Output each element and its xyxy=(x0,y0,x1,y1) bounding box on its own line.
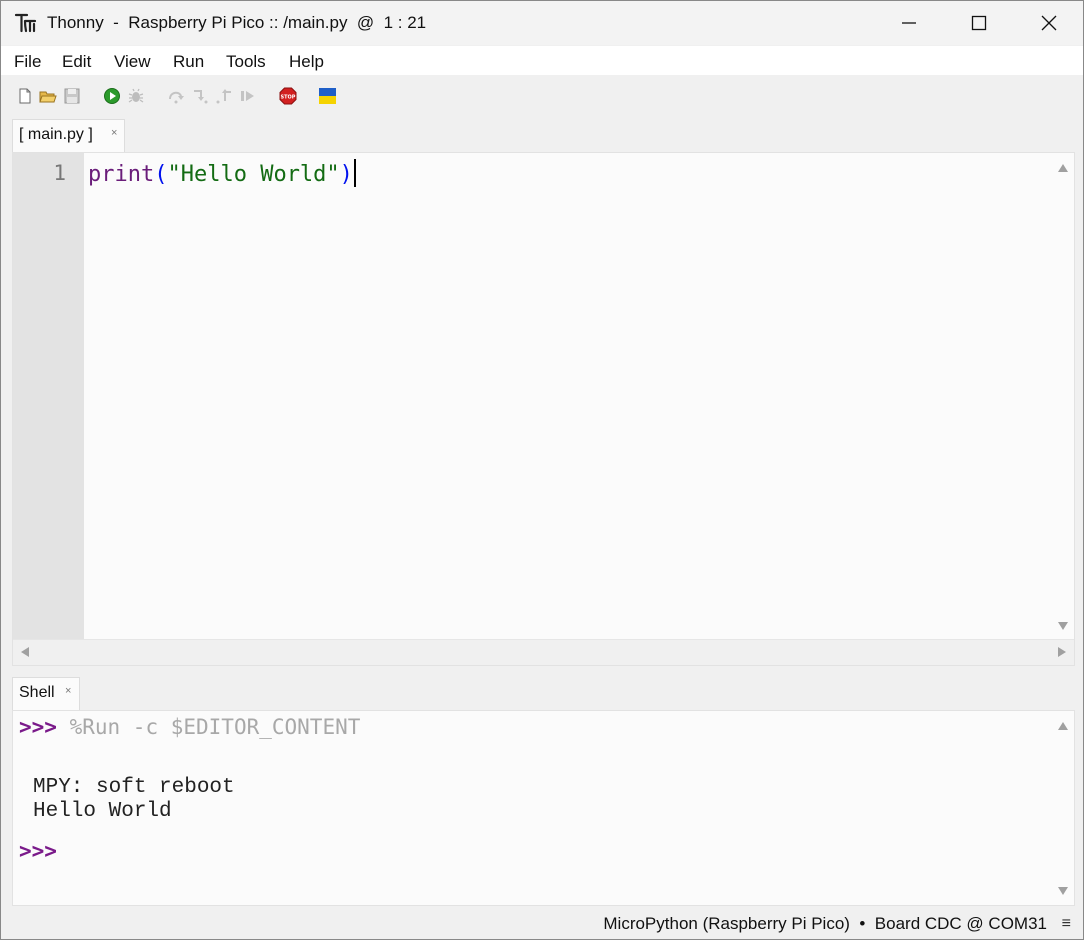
status-menu-icon[interactable]: ≡ xyxy=(1062,915,1071,933)
close-icon xyxy=(1041,15,1057,31)
menu-help[interactable]: Help xyxy=(289,52,324,72)
svg-text:STOP: STOP xyxy=(281,95,296,101)
title-bar[interactable]: Thonny - Raspberry Pi Pico :: /main.py @… xyxy=(1,1,1083,45)
menu-tools[interactable]: Tools xyxy=(226,52,266,72)
resume-icon[interactable] xyxy=(239,87,257,105)
menu-run[interactable]: Run xyxy=(173,52,204,72)
status-bar: MicroPython (Raspberry Pi Pico) • Board … xyxy=(1,906,1083,939)
text-cursor xyxy=(353,159,356,187)
code-string: "Hello World" xyxy=(167,162,340,187)
new-file-icon[interactable] xyxy=(16,87,34,105)
step-over-icon[interactable] xyxy=(167,87,185,105)
shell-input-line[interactable]: >>> xyxy=(19,839,57,863)
window-title: Thonny - Raspberry Pi Pico :: /main.py @… xyxy=(47,13,427,32)
shell-prompt: >>> xyxy=(19,839,57,863)
interpreter-status[interactable]: MicroPython (Raspberry Pi Pico) • Board … xyxy=(603,914,1047,934)
stop-icon[interactable]: STOP xyxy=(279,87,297,105)
save-icon[interactable] xyxy=(63,87,81,105)
scroll-right-icon[interactable] xyxy=(1058,647,1066,657)
tab-shell[interactable]: Shell × xyxy=(12,677,80,711)
ukraine-flag-icon[interactable] xyxy=(319,88,336,104)
shell-output-line: Hello World xyxy=(33,800,172,823)
code-line[interactable]: print("Hello World") xyxy=(88,159,356,187)
editor-horizontal-scrollbar[interactable] xyxy=(13,639,1074,665)
line-number: 1 xyxy=(53,161,66,185)
open-file-icon[interactable] xyxy=(39,87,57,105)
run-icon[interactable] xyxy=(103,87,121,105)
scroll-up-icon[interactable] xyxy=(1058,722,1068,730)
menu-bar: File Edit View Run Tools Help xyxy=(1,46,1083,75)
code-keyword: print xyxy=(88,162,155,187)
close-tab-icon[interactable]: × xyxy=(111,127,117,139)
menu-view[interactable]: View xyxy=(114,52,151,72)
code-editor[interactable]: 1 print("Hello World") xyxy=(12,152,1075,666)
shell-command: %Run -c $EDITOR_CONTENT xyxy=(69,715,361,739)
menu-file[interactable]: File xyxy=(14,52,41,72)
minimize-icon xyxy=(902,22,916,24)
step-into-icon[interactable] xyxy=(191,87,209,105)
close-shell-tab-icon[interactable]: × xyxy=(65,685,71,697)
code-close-paren: ) xyxy=(339,162,353,187)
shell-command-line: >>> %Run -c $EDITOR_CONTENT xyxy=(19,715,360,739)
scroll-left-icon[interactable] xyxy=(21,647,29,657)
editor-vertical-scrollbar[interactable] xyxy=(1052,153,1074,639)
thonny-logo-icon xyxy=(14,13,37,33)
tab-main-py[interactable]: [ main.py ] × xyxy=(12,119,125,153)
thonny-window: Thonny - Raspberry Pi Pico :: /main.py @… xyxy=(0,0,1084,940)
line-number-gutter: 1 xyxy=(13,153,84,639)
tab-main-py-label: [ main.py ] xyxy=(19,126,93,143)
scroll-down-icon[interactable] xyxy=(1058,622,1068,630)
toolbar: STOP xyxy=(1,75,1083,119)
menu-edit[interactable]: Edit xyxy=(62,52,91,72)
minimize-button[interactable] xyxy=(874,1,944,45)
tab-shell-label: Shell xyxy=(19,684,55,701)
scroll-up-icon[interactable] xyxy=(1058,164,1068,172)
shell-vertical-scrollbar[interactable] xyxy=(1052,711,1074,905)
maximize-icon xyxy=(971,15,987,31)
maximize-button[interactable] xyxy=(944,1,1014,45)
shell-prompt: >>> xyxy=(19,715,57,739)
step-out-icon[interactable] xyxy=(215,87,233,105)
scroll-down-icon[interactable] xyxy=(1058,887,1068,895)
code-open-paren: ( xyxy=(154,162,168,187)
shell-panel[interactable]: >>> %Run -c $EDITOR_CONTENT MPY: soft re… xyxy=(12,710,1075,906)
close-button[interactable] xyxy=(1014,1,1083,45)
debug-icon[interactable] xyxy=(127,87,145,105)
shell-output-line: MPY: soft reboot xyxy=(33,776,235,799)
